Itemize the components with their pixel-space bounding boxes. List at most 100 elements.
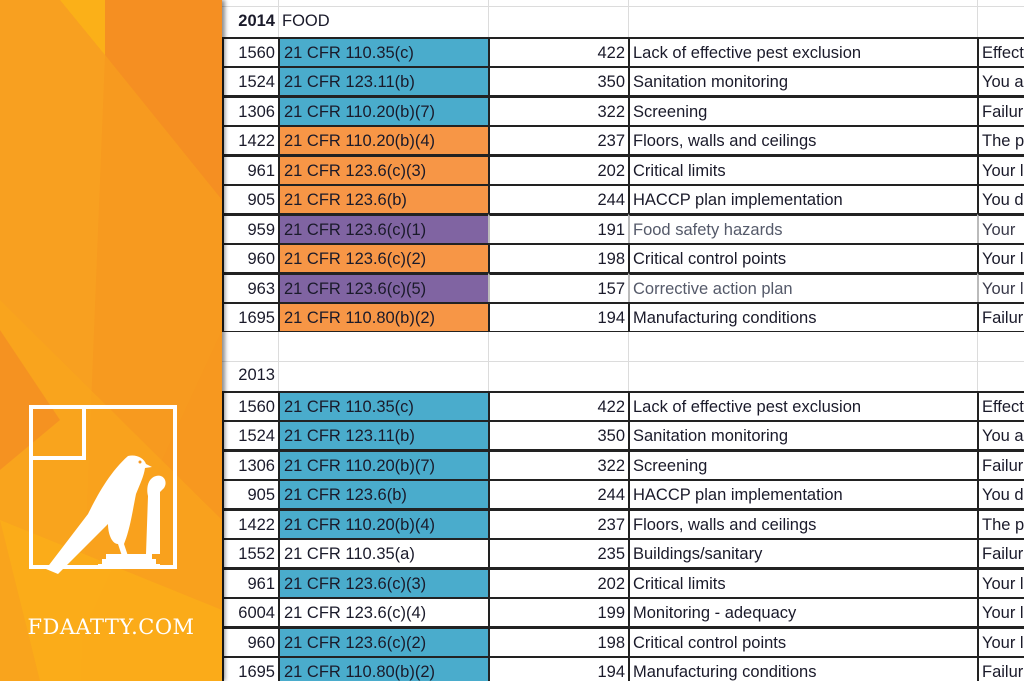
detail-cell[interactable]: Your l xyxy=(977,272,1024,303)
section-header-row[interactable]: 2014 FOOD xyxy=(222,7,1024,37)
count-cell[interactable]: 350 xyxy=(488,66,628,96)
count-cell[interactable]: 191 xyxy=(488,213,628,244)
row-id-cell[interactable]: 1560 xyxy=(222,36,278,67)
description-cell[interactable]: Floors, walls and ceilings xyxy=(628,125,977,155)
cfr-citation-cell[interactable]: 21 CFR 123.11(b) xyxy=(278,420,488,450)
detail-cell[interactable]: You a xyxy=(977,420,1024,450)
cfr-citation-cell[interactable]: 21 CFR 110.20(b)(7) xyxy=(278,449,488,480)
cfr-citation-cell[interactable]: 21 CFR 110.20(b)(4) xyxy=(278,508,488,539)
description-cell[interactable]: Sanitation monitoring xyxy=(628,420,977,450)
count-cell[interactable]: 198 xyxy=(488,626,628,657)
count-cell[interactable]: 350 xyxy=(488,420,628,450)
row-id-cell[interactable]: 1306 xyxy=(222,449,278,480)
count-cell[interactable]: 235 xyxy=(488,538,628,568)
description-cell[interactable]: Manufacturing conditions xyxy=(628,656,977,681)
count-cell[interactable]: 194 xyxy=(488,656,628,681)
cfr-citation-cell[interactable]: 21 CFR 110.35(c) xyxy=(278,390,488,421)
count-cell[interactable]: 322 xyxy=(488,95,628,126)
cfr-citation-cell[interactable]: 21 CFR 123.6(c)(3) xyxy=(278,567,488,598)
table-row[interactable]: 1560 21 CFR 110.35(c) 422 Lack of effective… xyxy=(222,390,1024,421)
detail-cell[interactable]: Your xyxy=(977,213,1024,244)
description-cell[interactable]: Corrective action plan xyxy=(628,272,977,303)
count-cell[interactable]: 202 xyxy=(488,154,628,185)
detail-cell[interactable]: Failur xyxy=(977,449,1024,480)
cfr-citation-cell[interactable]: 21 CFR 110.35(c) xyxy=(278,36,488,67)
description-cell[interactable]: Manufacturing conditions xyxy=(628,302,977,332)
table-row[interactable]: 961 21 CFR 123.6(c)(3) 202 Critical limits Y… xyxy=(222,567,1024,598)
description-cell[interactable]: Monitoring - adequacy xyxy=(628,597,977,627)
cfr-citation-cell[interactable]: 21 CFR 123.6(c)(3) xyxy=(278,154,488,185)
row-id-cell[interactable]: 1422 xyxy=(222,125,278,155)
count-cell[interactable]: 322 xyxy=(488,449,628,480)
section-header-row[interactable]: 2013 xyxy=(222,361,1024,391)
table-row[interactable]: 960 21 CFR 123.6(c)(2) 198 Critical control… xyxy=(222,626,1024,657)
row-id-cell[interactable]: 961 xyxy=(222,154,278,185)
detail-cell[interactable]: You d xyxy=(977,479,1024,509)
description-cell[interactable]: Screening xyxy=(628,449,977,480)
row-id-cell[interactable]: 1560 xyxy=(222,390,278,421)
row-id-cell[interactable]: 960 xyxy=(222,243,278,273)
detail-cell[interactable]: The p xyxy=(977,508,1024,539)
cfr-citation-cell[interactable]: 21 CFR 123.6(b) xyxy=(278,184,488,214)
cfr-citation-cell[interactable]: 21 CFR 123.6(b) xyxy=(278,479,488,509)
cfr-citation-cell[interactable]: 21 CFR 110.20(b)(7) xyxy=(278,95,488,126)
row-id-cell[interactable]: 905 xyxy=(222,479,278,509)
table-row[interactable]: 1306 21 CFR 110.20(b)(7) 322 Screening Failu… xyxy=(222,95,1024,126)
section-year[interactable]: 2014 xyxy=(222,7,278,37)
table-row[interactable]: 961 21 CFR 123.6(c)(3) 202 Critical limits Y… xyxy=(222,154,1024,185)
table-row[interactable]: 963 21 CFR 123.6(c)(5) 157 Corrective actio… xyxy=(222,272,1024,303)
row-id-cell[interactable]: 6004 xyxy=(222,597,278,627)
description-cell[interactable]: Floors, walls and ceilings xyxy=(628,508,977,539)
detail-cell[interactable]: Failur xyxy=(977,538,1024,568)
cfr-citation-cell[interactable]: 21 CFR 123.11(b) xyxy=(278,66,488,96)
table-row[interactable]: 1552 21 CFR 110.35(a) 235 Buildings/sanitar… xyxy=(222,538,1024,568)
row-id-cell[interactable]: 1524 xyxy=(222,66,278,96)
count-cell[interactable]: 244 xyxy=(488,479,628,509)
detail-cell[interactable]: You a xyxy=(977,66,1024,96)
table-row[interactable]: 1695 21 CFR 110.80(b)(2) 194 Manufacturing … xyxy=(222,302,1024,332)
detail-cell[interactable]: Failur xyxy=(977,302,1024,332)
description-cell[interactable]: Critical limits xyxy=(628,154,977,185)
table-row[interactable]: 6004 21 CFR 123.6(c)(4) 199 Monitoring - ad… xyxy=(222,597,1024,627)
detail-cell[interactable]: Failur xyxy=(977,95,1024,126)
row-id-cell[interactable]: 1524 xyxy=(222,420,278,450)
description-cell[interactable]: Critical control points xyxy=(628,243,977,273)
table-row[interactable]: 1560 21 CFR 110.35(c) 422 Lack of effective… xyxy=(222,36,1024,67)
spreadsheet[interactable]: 2014 FOOD 1560 21 CFR 110.35(c) 422 Lack of e… xyxy=(222,0,1024,681)
row-id-cell[interactable]: 905 xyxy=(222,184,278,214)
description-cell[interactable]: Screening xyxy=(628,95,977,126)
table-row[interactable]: 1422 21 CFR 110.20(b)(4) 237 Floors, walls … xyxy=(222,508,1024,539)
cfr-citation-cell[interactable]: 21 CFR 123.6(c)(2) xyxy=(278,243,488,273)
table-row[interactable]: 1306 21 CFR 110.20(b)(7) 322 Screening Failu… xyxy=(222,449,1024,480)
count-cell[interactable]: 198 xyxy=(488,243,628,273)
row-id-cell[interactable]: 960 xyxy=(222,626,278,657)
row-id-cell[interactable]: 961 xyxy=(222,567,278,598)
row-id-cell[interactable]: 1695 xyxy=(222,656,278,681)
table-row[interactable]: 905 21 CFR 123.6(b) 244 HACCP plan implemen… xyxy=(222,184,1024,214)
count-cell[interactable]: 237 xyxy=(488,508,628,539)
detail-cell[interactable]: The p xyxy=(977,125,1024,155)
detail-cell[interactable]: Failur xyxy=(977,656,1024,681)
cfr-citation-cell[interactable]: 21 CFR 110.80(b)(2) xyxy=(278,656,488,681)
count-cell[interactable]: 157 xyxy=(488,272,628,303)
row-id-cell[interactable]: 1695 xyxy=(222,302,278,332)
description-cell[interactable]: Buildings/sanitary xyxy=(628,538,977,568)
detail-cell[interactable]: Your l xyxy=(977,597,1024,627)
count-cell[interactable]: 199 xyxy=(488,597,628,627)
detail-cell[interactable]: Effect xyxy=(977,390,1024,421)
description-cell[interactable]: HACCP plan implementation xyxy=(628,184,977,214)
cfr-citation-cell[interactable]: 21 CFR 110.80(b)(2) xyxy=(278,302,488,332)
cfr-citation-cell[interactable]: 21 CFR 123.6(c)(1) xyxy=(278,213,488,244)
detail-cell[interactable]: Effect xyxy=(977,36,1024,67)
table-row[interactable]: 1422 21 CFR 110.20(b)(4) 237 Floors, walls … xyxy=(222,125,1024,155)
row-id-cell[interactable]: 1306 xyxy=(222,95,278,126)
row-id-cell[interactable]: 959 xyxy=(222,213,278,244)
table-row[interactable]: 1524 21 CFR 123.11(b) 350 Sanitation monito… xyxy=(222,420,1024,450)
count-cell[interactable]: 422 xyxy=(488,36,628,67)
table-row[interactable]: 1524 21 CFR 123.11(b) 350 Sanitation monito… xyxy=(222,66,1024,96)
count-cell[interactable]: 422 xyxy=(488,390,628,421)
row-id-cell[interactable]: 1552 xyxy=(222,538,278,568)
detail-cell[interactable]: Your l xyxy=(977,567,1024,598)
cfr-citation-cell[interactable]: 21 CFR 123.6(c)(4) xyxy=(278,597,488,627)
count-cell[interactable]: 237 xyxy=(488,125,628,155)
